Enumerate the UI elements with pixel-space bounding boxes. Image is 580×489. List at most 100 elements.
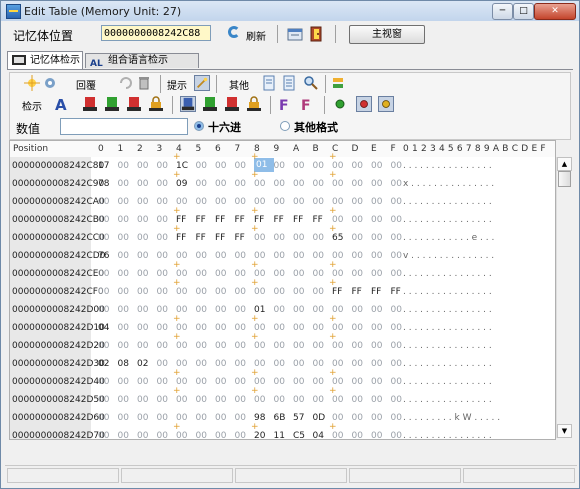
hex-byte-cell[interactable]: 00: [274, 359, 292, 369]
hex-byte-cell[interactable]: 00: [176, 431, 194, 439]
scroll-down-button[interactable]: ▼: [557, 424, 572, 438]
hex-byte-cell[interactable]: 00: [98, 413, 116, 423]
hex-byte-cell[interactable]: 00: [332, 179, 350, 189]
main-window-button[interactable]: 主视窗: [349, 25, 425, 44]
hex-byte-cell[interactable]: 00: [157, 305, 175, 315]
hex-byte-cell[interactable]: 00: [196, 197, 214, 207]
hex-byte-cell[interactable]: FF: [274, 215, 292, 225]
hex-byte-cell[interactable]: 00: [157, 215, 175, 225]
hex-byte-cell[interactable]: 57: [293, 413, 311, 423]
other-button[interactable]: 其他: [229, 77, 249, 92]
hex-byte-cell[interactable]: 00: [235, 287, 253, 297]
hex-byte-cell[interactable]: 00: [118, 179, 136, 189]
hex-byte-cell[interactable]: 02: [98, 359, 116, 369]
hex-byte-cell[interactable]: 00: [196, 395, 214, 405]
hex-byte-cell[interactable]: 00: [313, 233, 331, 243]
format-red-icon[interactable]: [82, 96, 98, 112]
maximize-button[interactable]: □: [513, 3, 534, 20]
refresh-button[interactable]: 刷新: [246, 28, 266, 43]
hex-byte-cell[interactable]: 00: [352, 341, 370, 351]
hex-byte-cell[interactable]: 09: [176, 179, 194, 189]
font-icon[interactable]: A: [54, 96, 70, 112]
hex-byte-cell[interactable]: 00: [352, 359, 370, 369]
hex-byte-cell[interactable]: 00: [196, 251, 214, 261]
hex-byte-cell[interactable]: 00: [293, 305, 311, 315]
hex-byte-cell[interactable]: 00: [352, 233, 370, 243]
hex-byte-cell[interactable]: 00: [352, 179, 370, 189]
hex-byte-cell[interactable]: 00: [137, 197, 155, 207]
hex-byte-cell[interactable]: 00: [293, 269, 311, 279]
hex-byte-cell[interactable]: 00: [254, 179, 272, 189]
hex-byte-cell[interactable]: 00: [371, 413, 389, 423]
hex-byte-cell[interactable]: 00: [371, 323, 389, 333]
hex-byte-cell[interactable]: 00: [196, 179, 214, 189]
ascii-row[interactable]: . . . . . . . . . . . . . . . .: [403, 287, 492, 297]
hex-byte-cell[interactable]: 00: [371, 251, 389, 261]
hex-byte-cell[interactable]: FF: [196, 233, 214, 243]
hex-byte-cell[interactable]: 00: [235, 413, 253, 423]
hex-byte-cell[interactable]: 6B: [274, 413, 292, 423]
hex-byte-cell[interactable]: 00: [371, 197, 389, 207]
hex-byte-cell[interactable]: 00: [157, 395, 175, 405]
hex-byte-cell[interactable]: 00: [352, 413, 370, 423]
exit-door-icon[interactable]: [309, 26, 325, 42]
hex-byte-cell[interactable]: 00: [196, 269, 214, 279]
hex-byte-cell[interactable]: 00: [215, 341, 233, 351]
hex-byte-cell[interactable]: 00: [293, 161, 311, 171]
ascii-row[interactable]: . . . . . . . . . . . . . . . .: [403, 395, 492, 405]
hex-byte-cell[interactable]: 00: [352, 377, 370, 387]
hex-byte-cell[interactable]: 02: [137, 359, 155, 369]
format-green-icon[interactable]: [104, 96, 120, 112]
hex-byte-cell[interactable]: 00: [235, 251, 253, 261]
minimize-button[interactable]: ─: [492, 3, 513, 20]
hex-byte-cell[interactable]: 00: [274, 179, 292, 189]
hex-byte-cell[interactable]: 11: [274, 431, 292, 439]
hex-byte-cell[interactable]: 00: [274, 287, 292, 297]
hex-byte-cell[interactable]: 00: [176, 395, 194, 405]
hex-byte-cell[interactable]: 00: [98, 215, 116, 225]
ascii-row[interactable]: . . . . . . . . . . . . . . . .: [403, 377, 492, 387]
hex-byte-cell[interactable]: 00: [254, 287, 272, 297]
hex-byte-cell[interactable]: 00: [98, 269, 116, 279]
hex-byte-cell[interactable]: 00: [176, 341, 194, 351]
hex-byte-cell[interactable]: 00: [371, 377, 389, 387]
hex-byte-cell[interactable]: 76: [98, 251, 116, 261]
hex-byte-cell[interactable]: 00: [332, 431, 350, 439]
ascii-row[interactable]: . . . . . . . . . . . . . . . .: [403, 215, 492, 225]
hex-byte-cell[interactable]: 00: [98, 197, 116, 207]
ascii-row[interactable]: . . . . . . . . . . . . . . . .: [403, 161, 492, 171]
hex-byte-cell[interactable]: 00: [352, 251, 370, 261]
hex-byte-cell[interactable]: 00: [274, 341, 292, 351]
hex-byte-cell[interactable]: 00: [137, 233, 155, 243]
hex-byte-cell[interactable]: 00: [215, 197, 233, 207]
green-dot-icon[interactable]: [332, 96, 348, 112]
red-dot-icon[interactable]: [356, 96, 372, 112]
hex-byte-cell[interactable]: 00: [137, 251, 155, 261]
ascii-row[interactable]: . . . . . . . . . . . . . . . .: [403, 305, 492, 315]
hex-byte-cell[interactable]: 04: [313, 431, 331, 439]
ascii-row[interactable]: . . . . . . . . . k W . . . . .: [403, 413, 500, 423]
hex-byte-cell[interactable]: 00: [215, 287, 233, 297]
hex-byte-cell[interactable]: 00: [274, 269, 292, 279]
hex-byte-cell[interactable]: 00: [293, 197, 311, 207]
sparkle-icon[interactable]: [24, 75, 40, 91]
hex-byte-cell[interactable]: 00: [157, 161, 175, 171]
ascii-row[interactable]: . . . . . . . . . . . . e . . .: [403, 233, 494, 243]
hex-byte-cell[interactable]: FF: [332, 287, 350, 297]
hex-byte-cell[interactable]: 00: [118, 431, 136, 439]
hex-byte-cell[interactable]: 00: [118, 197, 136, 207]
document-list-icon[interactable]: [281, 75, 297, 91]
hex-byte-cell[interactable]: 00: [293, 251, 311, 261]
hex-byte-cell[interactable]: 17: [98, 161, 116, 171]
hex-byte-cell[interactable]: 00: [313, 179, 331, 189]
hex-byte-cell[interactable]: 00: [98, 233, 116, 243]
hex-red-icon[interactable]: [224, 96, 240, 112]
hex-byte-cell[interactable]: 00: [293, 359, 311, 369]
hex-byte-cell[interactable]: 00: [371, 395, 389, 405]
hex-green-icon[interactable]: [202, 96, 218, 112]
hex-byte-cell[interactable]: 00: [137, 431, 155, 439]
hex-radio-label[interactable]: 十六进: [208, 119, 241, 135]
tab-memory-view[interactable]: 记忆体检示: [7, 51, 83, 69]
hex-byte-cell[interactable]: 00: [215, 413, 233, 423]
hex-byte-cell[interactable]: 00: [215, 251, 233, 261]
